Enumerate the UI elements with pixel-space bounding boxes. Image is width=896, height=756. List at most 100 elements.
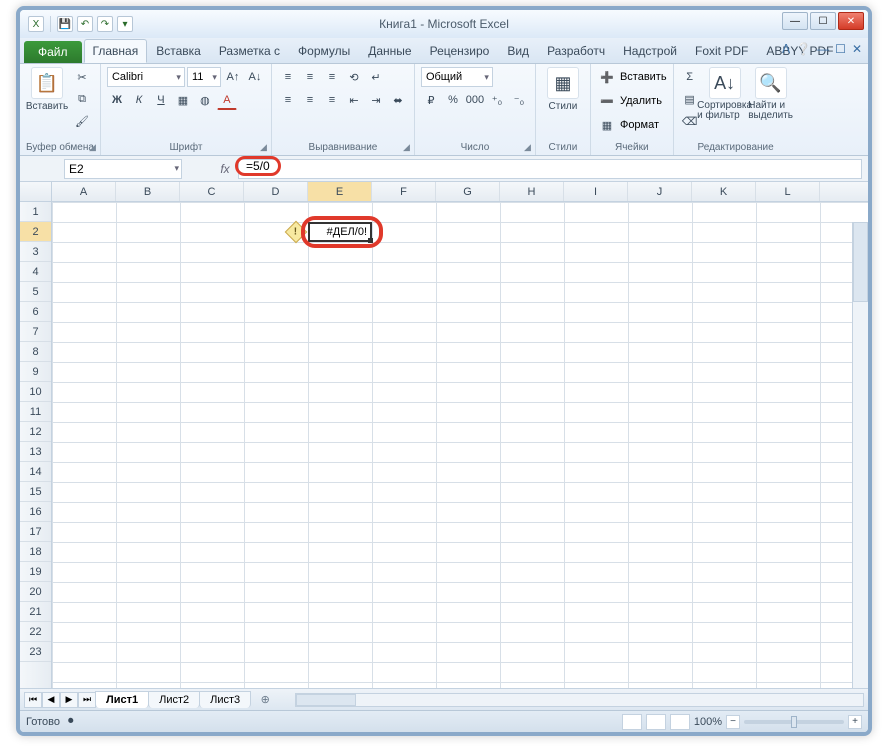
- new-sheet-button[interactable]: ⊕: [255, 693, 275, 706]
- copy-button[interactable]: ⧉: [72, 89, 92, 109]
- column-header[interactable]: L: [756, 182, 820, 201]
- selected-cell[interactable]: #ДЕЛ/0!: [308, 222, 372, 242]
- sheet-tab[interactable]: Лист3: [199, 691, 251, 708]
- close-button[interactable]: ✕: [838, 12, 864, 30]
- row-header[interactable]: 10: [20, 382, 51, 402]
- column-header[interactable]: G: [436, 182, 500, 201]
- zoom-out-button[interactable]: −: [726, 715, 740, 729]
- row-header[interactable]: 8: [20, 342, 51, 362]
- orientation-button[interactable]: ⟲: [344, 67, 364, 87]
- column-header[interactable]: B: [116, 182, 180, 201]
- row-header[interactable]: 5: [20, 282, 51, 302]
- sheet-nav-last[interactable]: ⏭: [78, 692, 96, 708]
- align-dialog-icon[interactable]: ◢: [403, 142, 410, 153]
- comma-button[interactable]: 000: [465, 90, 485, 110]
- font-size-combo[interactable]: 11: [187, 67, 221, 87]
- qat-customize-icon[interactable]: ▾: [117, 16, 133, 32]
- delete-cells-button[interactable]: ➖: [597, 91, 617, 111]
- row-header[interactable]: 20: [20, 582, 51, 602]
- column-header[interactable]: J: [628, 182, 692, 201]
- view-normal-button[interactable]: [622, 714, 642, 730]
- format-cells-button[interactable]: ▦: [597, 115, 617, 135]
- row-header[interactable]: 9: [20, 362, 51, 382]
- merge-button[interactable]: ⬌: [388, 90, 408, 110]
- format-painter-button[interactable]: 🖌: [72, 111, 92, 131]
- format-label[interactable]: Формат: [620, 119, 659, 131]
- align-middle-button[interactable]: ≡: [300, 67, 320, 87]
- excel-icon[interactable]: X: [28, 16, 44, 32]
- wrap-text-button[interactable]: ↵: [366, 67, 386, 87]
- cut-button[interactable]: ✂: [72, 67, 92, 87]
- tab-foxit[interactable]: Foxit PDF: [686, 39, 757, 63]
- help-icon[interactable]: ❔: [796, 42, 811, 56]
- row-header[interactable]: 6: [20, 302, 51, 322]
- fill-color-button[interactable]: ◍: [195, 90, 215, 110]
- tab-layout[interactable]: Разметка с: [210, 39, 289, 63]
- file-tab[interactable]: Файл: [24, 41, 82, 63]
- view-layout-button[interactable]: [646, 714, 666, 730]
- column-header[interactable]: D: [244, 182, 308, 201]
- select-all-corner[interactable]: [20, 182, 52, 201]
- doc-restore-icon[interactable]: ☐: [835, 42, 846, 56]
- align-bottom-button[interactable]: ≡: [322, 67, 342, 87]
- row-header[interactable]: 18: [20, 542, 51, 562]
- fill-handle[interactable]: [368, 238, 373, 243]
- name-box-dropdown-icon[interactable]: ▾: [174, 163, 179, 174]
- column-header[interactable]: E: [308, 182, 372, 201]
- row-header[interactable]: 17: [20, 522, 51, 542]
- insert-label[interactable]: Вставить: [620, 71, 667, 83]
- sheet-nav-first[interactable]: ⏮: [24, 692, 42, 708]
- sheet-nav-prev[interactable]: ◀: [42, 692, 60, 708]
- tab-home[interactable]: Главная: [84, 39, 148, 63]
- tab-review[interactable]: Рецензиро: [421, 39, 499, 63]
- column-header[interactable]: C: [180, 182, 244, 201]
- align-top-button[interactable]: ≡: [278, 67, 298, 87]
- currency-button[interactable]: ₽: [421, 90, 441, 110]
- sheet-nav-next[interactable]: ▶: [60, 692, 78, 708]
- name-box[interactable]: E2 ▾: [64, 159, 182, 179]
- underline-button[interactable]: Ч: [151, 90, 171, 110]
- minimize-button[interactable]: —: [782, 12, 808, 30]
- row-header[interactable]: 19: [20, 562, 51, 582]
- row-header[interactable]: 11: [20, 402, 51, 422]
- tab-developer[interactable]: Разработч: [538, 39, 614, 63]
- minimize-ribbon-icon[interactable]: ᐱ: [782, 42, 790, 56]
- tab-view[interactable]: Вид: [498, 39, 538, 63]
- insert-cells-button[interactable]: ➕: [597, 67, 617, 87]
- save-icon[interactable]: 💾: [57, 16, 73, 32]
- row-header[interactable]: 13: [20, 442, 51, 462]
- row-header[interactable]: 12: [20, 422, 51, 442]
- bold-button[interactable]: Ж: [107, 90, 127, 110]
- row-header[interactable]: 3: [20, 242, 51, 262]
- undo-icon[interactable]: ↶: [77, 16, 93, 32]
- align-right-button[interactable]: ≡: [322, 90, 342, 110]
- column-header[interactable]: A: [52, 182, 116, 201]
- shrink-font-button[interactable]: A↓: [245, 67, 265, 87]
- formula-bar[interactable]: =5/0: [238, 159, 862, 179]
- row-header[interactable]: 2: [20, 222, 51, 242]
- font-dialog-icon[interactable]: ◢: [260, 142, 267, 153]
- row-header[interactable]: 16: [20, 502, 51, 522]
- sort-filter-button[interactable]: A↓ Сортировка и фильтр: [704, 67, 746, 121]
- redo-icon[interactable]: ↷: [97, 16, 113, 32]
- row-header[interactable]: 21: [20, 602, 51, 622]
- autosum-button[interactable]: Σ: [680, 67, 700, 87]
- column-header[interactable]: I: [564, 182, 628, 201]
- row-header[interactable]: 15: [20, 482, 51, 502]
- row-header[interactable]: 14: [20, 462, 51, 482]
- align-left-button[interactable]: ≡: [278, 90, 298, 110]
- doc-close-icon[interactable]: ✕: [852, 42, 862, 56]
- styles-button[interactable]: ▦ Стили: [542, 67, 584, 112]
- row-header[interactable]: 23: [20, 642, 51, 662]
- clipboard-dialog-icon[interactable]: ◢: [89, 142, 96, 153]
- sheet-tab[interactable]: Лист1: [95, 691, 149, 708]
- sheet-tab[interactable]: Лист2: [148, 691, 200, 708]
- worksheet-grid[interactable]: ABCDEFGHIJKL 123456789101112131415161718…: [20, 182, 868, 688]
- decrease-decimal-button[interactable]: ⁻₀: [509, 90, 529, 110]
- number-format-combo[interactable]: Общий: [421, 67, 493, 87]
- tab-insert[interactable]: Вставка: [147, 39, 210, 63]
- fx-icon[interactable]: fx: [216, 160, 234, 178]
- zoom-level[interactable]: 100%: [694, 716, 722, 728]
- zoom-slider[interactable]: [744, 720, 844, 724]
- grow-font-button[interactable]: A↑: [223, 67, 243, 87]
